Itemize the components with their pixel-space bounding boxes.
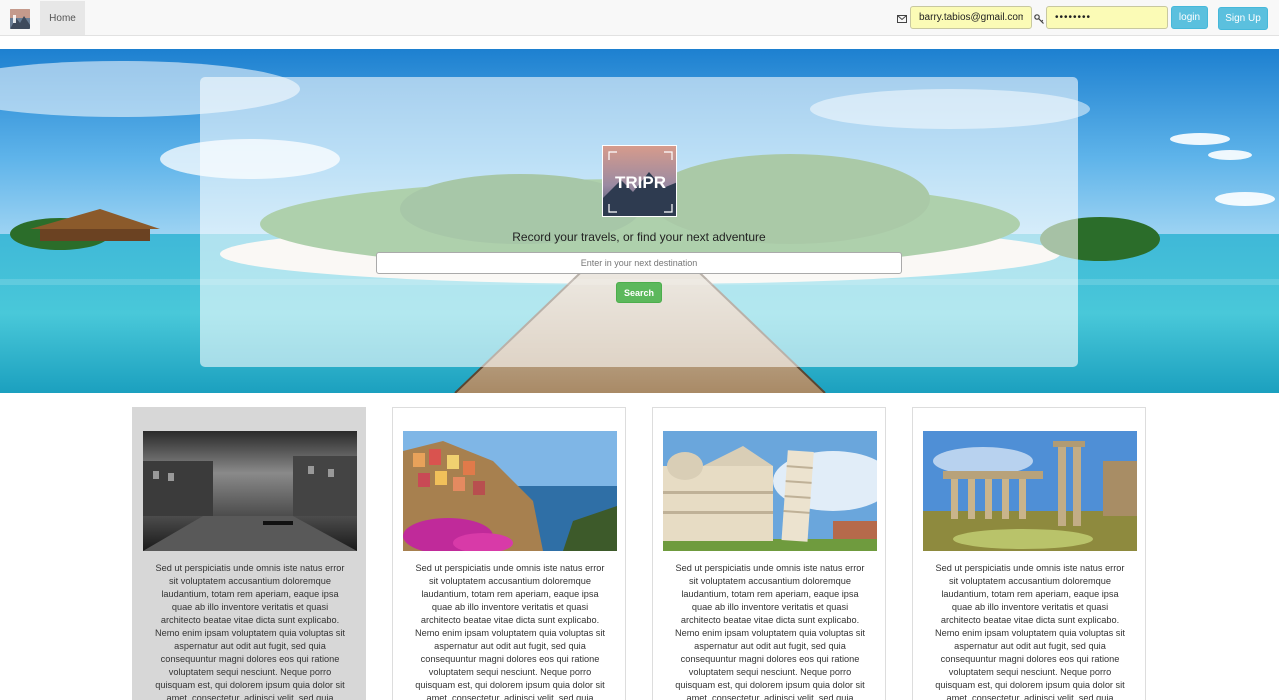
top-navbar: Home login Sign Up (0, 0, 1279, 36)
card-description: Sed ut perspiciatis unde omnis iste natu… (415, 563, 605, 700)
nav-home-link[interactable]: Home (40, 1, 85, 35)
envelope-icon (897, 11, 907, 23)
key-icon (1034, 11, 1044, 24)
card-description: Sed ut perspiciatis unde omnis iste natu… (935, 563, 1125, 700)
pisa-tower-photo (663, 431, 877, 551)
login-button[interactable]: login (1171, 6, 1208, 29)
hero-jumbotron (200, 77, 1078, 367)
tripr-logo-icon[interactable] (10, 9, 30, 29)
search-button[interactable]: Search (616, 282, 662, 303)
signup-button[interactable]: Sign Up (1218, 7, 1268, 30)
email-field[interactable] (910, 6, 1032, 29)
destination-card[interactable]: Sed ut perspiciatis unde omnis iste natu… (392, 407, 626, 700)
venice-grand-canal-photo (143, 431, 357, 551)
destination-card[interactable]: Sed ut perspiciatis unde omnis iste natu… (132, 407, 366, 700)
destination-card[interactable]: Sed ut perspiciatis unde omnis iste natu… (652, 407, 886, 700)
cinque-terre-photo (403, 431, 617, 551)
card-description: Sed ut perspiciatis unde omnis iste natu… (155, 563, 345, 700)
password-field[interactable] (1046, 6, 1168, 29)
hero-tagline: Record your travels, or find your next a… (512, 230, 766, 244)
tripr-logo: TRIPR (602, 145, 677, 217)
destination-search-input[interactable] (376, 252, 902, 274)
card-description: Sed ut perspiciatis unde omnis iste natu… (675, 563, 865, 700)
destination-card[interactable]: Sed ut perspiciatis unde omnis iste natu… (912, 407, 1146, 700)
roman-forum-photo (923, 431, 1137, 551)
logo-text: TRIPR (615, 173, 666, 192)
